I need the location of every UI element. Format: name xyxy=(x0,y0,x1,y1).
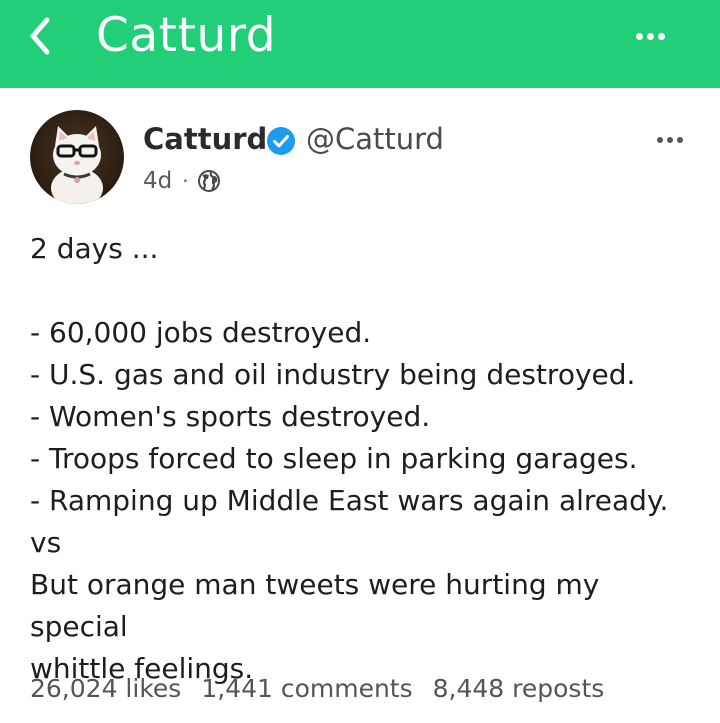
post-line: - Women's sports destroyed. xyxy=(30,400,431,433)
timestamp: 4d xyxy=(143,168,173,194)
post-stats: 26,024 likes 1,441 comments 8,448 repost… xyxy=(30,674,604,703)
comments-count[interactable]: 1,441 comments xyxy=(201,674,412,703)
reposts-count[interactable]: 8,448 reposts xyxy=(433,674,605,703)
post-line: - U.S. gas and oil industry being destro… xyxy=(30,358,636,391)
avatar[interactable] xyxy=(30,110,124,204)
more-horizontal-icon xyxy=(635,32,643,40)
post-line: 2 days ... xyxy=(30,232,159,265)
overflow-menu-button[interactable] xyxy=(630,18,670,54)
post-line: - Troops forced to sleep in parking gara… xyxy=(30,442,638,475)
post-line: - Ramping up Middle East wars again alre… xyxy=(30,484,669,517)
post-body: 2 days ... - 60,000 jobs destroyed. - U.… xyxy=(30,228,700,690)
page-title: Catturd xyxy=(96,8,277,63)
globe-icon xyxy=(197,170,220,192)
chevron-left-icon xyxy=(30,17,50,55)
likes-count[interactable]: 26,024 likes xyxy=(30,674,181,703)
post-line xyxy=(30,270,700,312)
post-meta: 4d · xyxy=(143,168,221,194)
verified-badge-icon xyxy=(267,127,295,155)
display-name[interactable]: Catturd xyxy=(143,122,267,156)
meta-separator: · xyxy=(182,169,189,193)
post-line: But orange man tweets were hurting my sp… xyxy=(30,568,600,643)
post-line: - 60,000 jobs destroyed. xyxy=(30,316,372,349)
app-bar: Catturd xyxy=(0,0,720,88)
user-handle[interactable]: @Catturd xyxy=(306,122,444,156)
back-button[interactable] xyxy=(16,12,64,60)
cat-with-glasses-avatar xyxy=(51,126,103,204)
post-options-button[interactable] xyxy=(650,126,690,154)
more-horizontal-icon xyxy=(657,137,663,143)
post-line: vs xyxy=(30,526,62,559)
